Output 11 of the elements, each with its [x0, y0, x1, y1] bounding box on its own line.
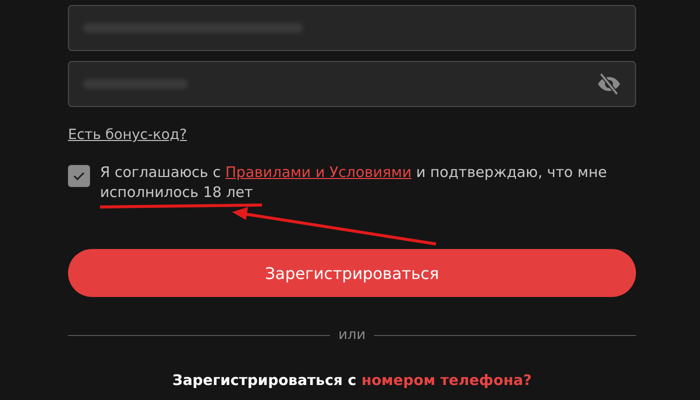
- divider-label: или: [338, 327, 366, 343]
- phone-register-text: Зарегистрироваться с номером телефона?: [171, 373, 533, 389]
- register-button[interactable]: Зарегистрироваться: [68, 249, 636, 297]
- input-field[interactable]: [68, 5, 636, 51]
- bonus-code-link[interactable]: Есть бонус-код?: [68, 127, 187, 143]
- input-field[interactable]: [68, 61, 636, 107]
- phone-register-link[interactable]: номером телефона?: [361, 373, 532, 389]
- terms-link[interactable]: Правилами и Условиями: [225, 165, 412, 181]
- eye-slash-icon[interactable]: [597, 72, 621, 96]
- checkbox[interactable]: [68, 165, 90, 187]
- agreement-text: Я соглашаюсь с Правилами и Условиями и подтверждаю, что мне исполнилось 18 лет: [100, 164, 608, 203]
